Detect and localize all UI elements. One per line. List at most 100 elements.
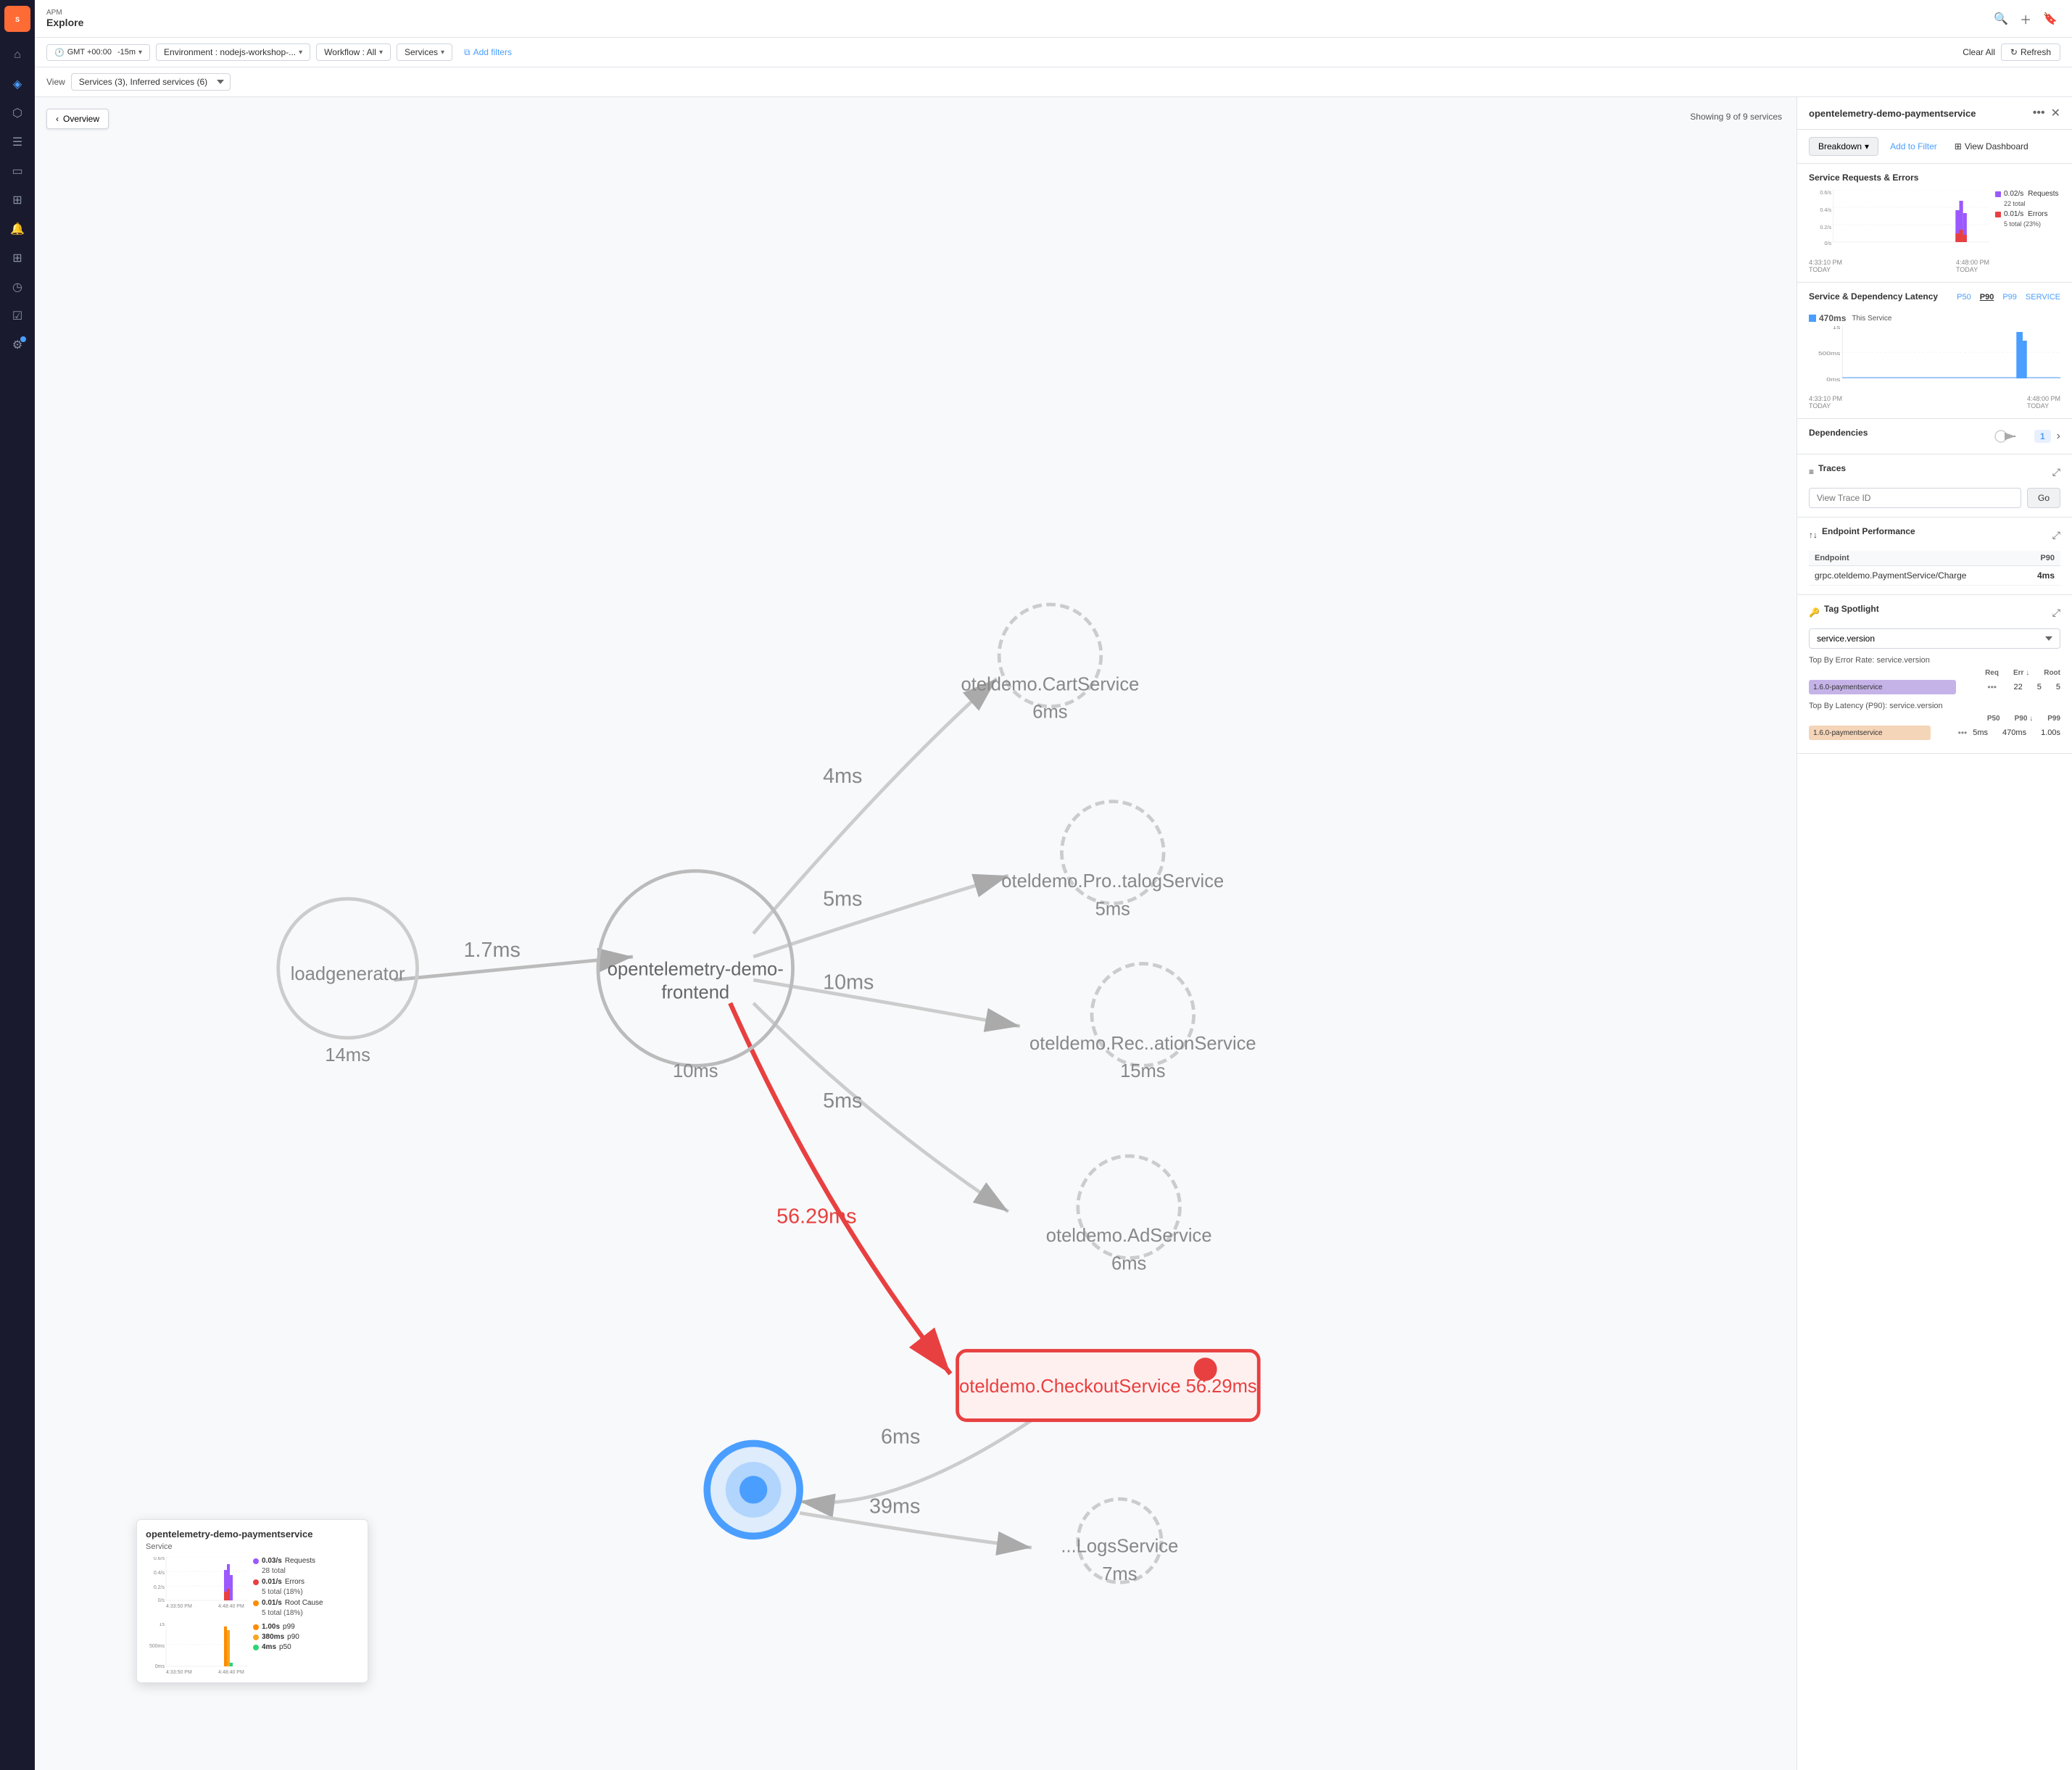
sidebar-item-list[interactable]: ☰ <box>4 129 30 155</box>
services-filter[interactable]: Services ▾ <box>397 43 452 61</box>
latency-title: Service & Dependency Latency <box>1809 291 1938 302</box>
tooltip-legend-1: 0.03/sRequests 28 total 0.01/sErrors 5 t… <box>253 1557 359 1617</box>
topbar-actions: 🔍 ＋ 🔖 <box>1991 7 2060 30</box>
latency-section: Service & Dependency Latency P50 P90 P99… <box>1797 283 2072 419</box>
svg-text:4:48:40 PM: 4:48:40 PM <box>218 1670 244 1674</box>
tab-p50[interactable]: P50 <box>1957 293 1971 302</box>
deps-count: 1 <box>2034 430 2051 443</box>
tag-bar: 1.6.0-paymentservice <box>1809 680 1956 694</box>
svg-text:5ms: 5ms <box>823 888 862 911</box>
sidebar-item-home[interactable]: ⌂ <box>4 42 30 68</box>
breakdown-button[interactable]: Breakdown ▾ <box>1809 137 1878 156</box>
table-row: grpc.oteldemo.PaymentService/Charge4ms <box>1809 566 2060 586</box>
svg-text:4:33:50 PM: 4:33:50 PM <box>166 1670 192 1674</box>
content-area: ‹ Overview Showing 9 of 9 services <box>35 97 2072 1770</box>
sidebar-item-integration[interactable]: ⊞ <box>4 187 30 213</box>
add-filters-button[interactable]: ⧉ Add filters <box>458 44 518 61</box>
expand-tag-icon[interactable]: ⤢ <box>2052 607 2060 619</box>
tag-values: 2255 <box>2002 683 2060 691</box>
view-select[interactable]: Services (3), Inferred services (6) <box>71 73 231 91</box>
tab-p99[interactable]: P99 <box>2002 293 2017 302</box>
view-label: View <box>46 77 65 87</box>
trace-input-row: Go <box>1809 488 2060 508</box>
traces-header: ≡ Traces ⤢ <box>1809 463 2060 481</box>
sidebar-item-bell[interactable]: 🔔 <box>4 216 30 242</box>
splunk-logo[interactable]: S <box>4 6 30 32</box>
tag-more-btn[interactable]: ••• <box>1958 728 1968 738</box>
right-panel: opentelemetry-demo-paymentservice ••• ✕ … <box>1797 97 2072 1770</box>
requests-chart-x-labels: 4:33:10 PMTODAY 4:48:00 PMTODAY <box>1809 259 1989 273</box>
sidebar-item-topology[interactable]: ⬡ <box>4 100 30 126</box>
p90-cell: 4ms <box>2023 566 2060 586</box>
view-dashboard-button[interactable]: ⊞ View Dashboard <box>1949 138 2034 155</box>
tooltip-chart-row-2: 1s 500ms 0ms 4:33:50 PM TODAY 4:48:40 PM… <box>146 1623 359 1674</box>
tag-more-btn[interactable]: ••• <box>1987 682 1997 692</box>
sidebar-item-apm[interactable]: ◈ <box>4 71 30 97</box>
traces-title: Traces <box>1818 463 1846 473</box>
svg-text:15ms: 15ms <box>1120 1061 1166 1081</box>
requests-legend: 0.02/s Requests 22 total 0.01/s Errors 5… <box>1995 190 2060 273</box>
latency-rows: 1.6.0-paymentservice ••• 5ms470ms1.00s <box>1809 726 2060 740</box>
tooltip-title: opentelemetry-demo-paymentservice <box>146 1529 359 1540</box>
refresh-button[interactable]: ↻ Refresh <box>2001 43 2060 61</box>
bookmark-icon-btn[interactable]: 🔖 <box>2040 9 2060 29</box>
tag-spotlight-section: 🔑 Tag Spotlight ⤢ service.version Top By… <box>1797 595 2072 754</box>
expand-endpoint-icon[interactable]: ⤢ <box>2052 529 2060 541</box>
latency-chart-x-labels: 4:33:10 PMTODAY 4:48:00 PMTODAY <box>1809 395 2060 410</box>
overview-button[interactable]: ‹ Overview <box>46 109 109 129</box>
clear-all-button[interactable]: Clear All <box>1963 47 1995 57</box>
deps-graph: 1 <box>1994 429 2051 444</box>
search-icon-btn[interactable]: 🔍 <box>1991 9 2011 29</box>
list-item: 1.6.0-paymentservice ••• 5ms470ms1.00s <box>1809 726 2060 740</box>
sidebar-item-monitor[interactable]: ▭ <box>4 158 30 184</box>
filterbar: 🕐 GMT +00:00 -15m ▾ Environment : nodejs… <box>35 38 2072 67</box>
add-icon-btn[interactable]: ＋ <box>2017 7 2034 30</box>
topbar: APM Explore 🔍 ＋ 🔖 <box>35 0 2072 38</box>
time-filter[interactable]: 🕐 GMT +00:00 -15m ▾ <box>46 44 150 61</box>
svg-text:0/s: 0/s <box>158 1598 165 1603</box>
requests-errors-section: Service Requests & Errors <box>1797 164 2072 283</box>
svg-text:...LogsService: ...LogsService <box>1061 1537 1178 1557</box>
svg-text:0.2/s: 0.2/s <box>1820 225 1831 230</box>
panel-title: opentelemetry-demo-paymentservice <box>1809 108 2027 119</box>
svg-text:oteldemo.AdService: oteldemo.AdService <box>1046 1226 1212 1246</box>
trace-go-button[interactable]: Go <box>2027 488 2060 508</box>
time-value: -15m <box>117 48 136 57</box>
workflow-filter[interactable]: Workflow : All ▾ <box>316 43 391 61</box>
tab-service[interactable]: SERVICE <box>2026 293 2060 302</box>
panel-actions: Breakdown ▾ Add to Filter ⊞ View Dashboa… <box>1797 130 2072 164</box>
panel-more-button[interactable]: ••• <box>2033 107 2045 120</box>
sidebar-item-tag[interactable]: ◷ <box>4 274 30 300</box>
dependencies-row: Dependencies 1 › <box>1809 428 2060 445</box>
sidebar-item-grid[interactable]: ⊞ <box>4 245 30 271</box>
latency-chart: 1s 500ms 0ms 4:33:10 PMTODAY 4:48:00 PMT… <box>1809 326 2060 410</box>
tag-select[interactable]: service.version <box>1809 628 2060 649</box>
time-icon: 🕐 <box>54 48 65 57</box>
sidebar-item-checklist[interactable]: ☑ <box>4 303 30 329</box>
trace-id-input[interactable] <box>1809 488 2021 508</box>
svg-text:frontend: frontend <box>661 983 729 1003</box>
svg-text:S: S <box>15 16 20 23</box>
time-zone: GMT +00:00 <box>67 48 112 57</box>
endpoint-header: ↑↓ Endpoint Performance ⤢ <box>1809 526 2060 544</box>
panel-close-button[interactable]: ✕ <box>2051 106 2060 120</box>
deps-next-icon[interactable]: › <box>2057 430 2060 443</box>
svg-text:5ms: 5ms <box>823 1089 862 1113</box>
services-count: Showing 9 of 9 services <box>1690 112 1782 122</box>
traces-icon: ≡ <box>1809 467 1814 477</box>
svg-text:500ms: 500ms <box>1818 351 1841 357</box>
tooltip-chart-latency: 1s 500ms 0ms 4:33:50 PM TODAY 4:48:40 PM… <box>146 1623 247 1674</box>
tag-select-row: service.version <box>1809 628 2060 649</box>
expand-traces-icon[interactable]: ⤢ <box>2052 466 2060 478</box>
add-to-filter-button[interactable]: Add to Filter <box>1884 138 1943 155</box>
svg-text:39ms: 39ms <box>869 1495 920 1518</box>
sidebar-item-settings[interactable]: ⚙ <box>4 332 30 358</box>
brand-apm: APM <box>46 9 83 17</box>
endpoint-title: Endpoint Performance <box>1822 526 1915 536</box>
svg-text:loadgenerator: loadgenerator <box>291 964 405 984</box>
chevron-down-icon: ▾ <box>379 49 383 57</box>
tab-p90[interactable]: P90 <box>1980 293 1994 302</box>
environment-filter[interactable]: Environment : nodejs-workshop-... ▾ <box>156 43 310 61</box>
svg-text:0ms: 0ms <box>155 1664 165 1669</box>
svg-text:4ms: 4ms <box>823 765 862 788</box>
